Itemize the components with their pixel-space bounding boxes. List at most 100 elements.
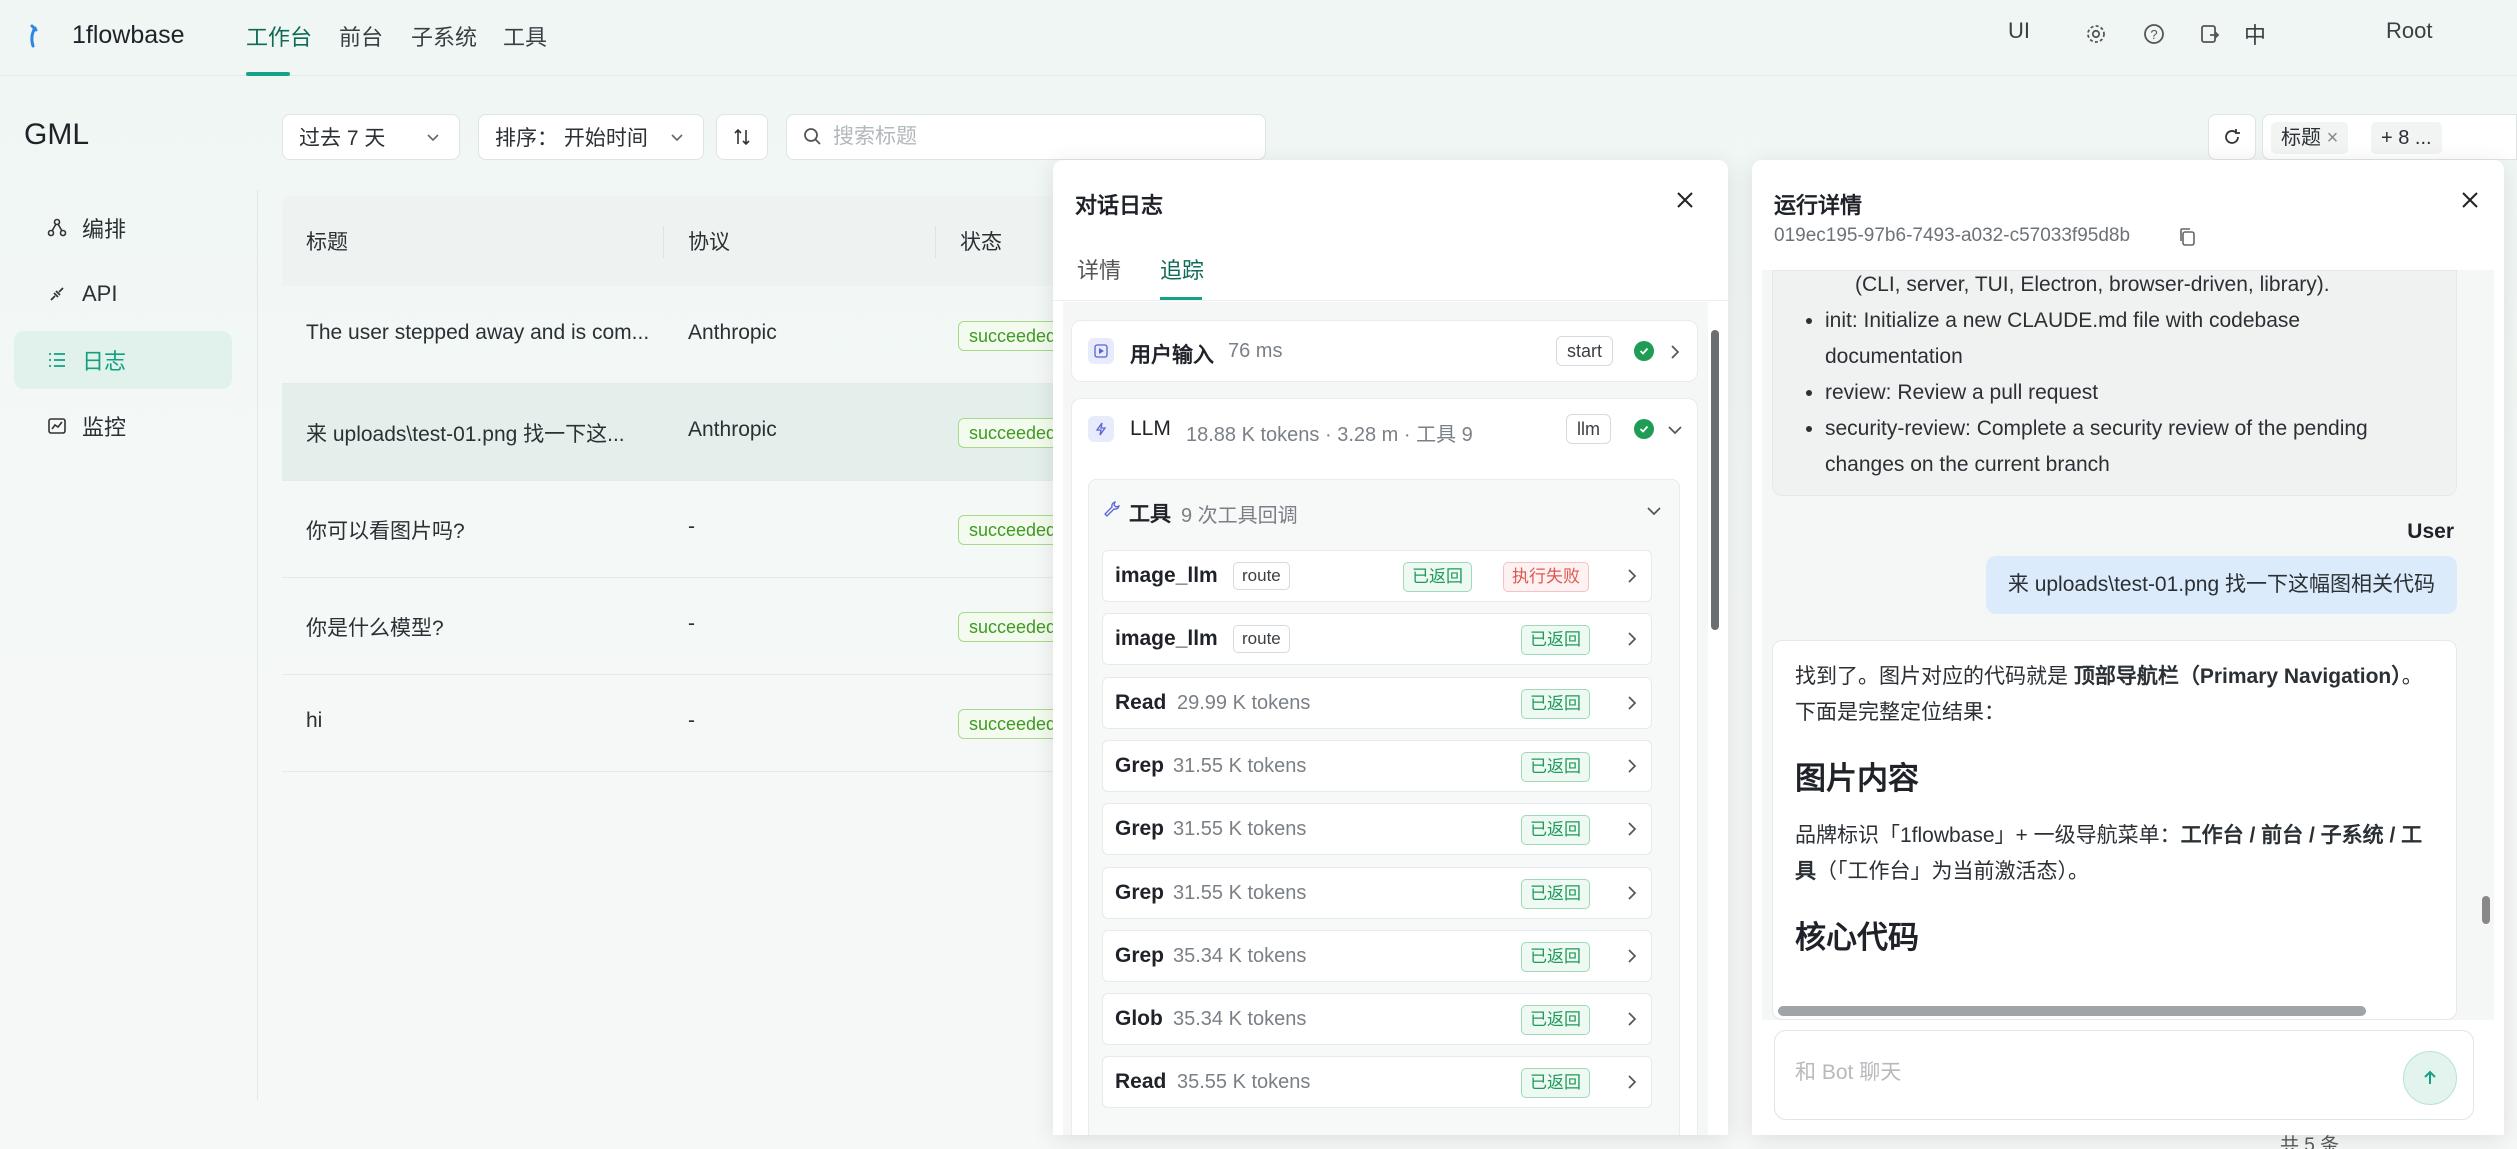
chat-input[interactable] — [1795, 1061, 2355, 1085]
bold-text: 顶部导航栏（Primary Navigation） — [2073, 665, 2402, 688]
scrollbar[interactable] — [2482, 896, 2490, 924]
tool-call-row[interactable]: Read 29.99 K tokens 已返回 — [1102, 676, 1652, 729]
tab-trace[interactable]: 追踪 — [1160, 253, 1204, 285]
panel-title: 对话日志 — [1075, 193, 1164, 218]
sidebar-item-logs[interactable]: 日志 — [14, 331, 232, 389]
chevron-right-icon[interactable] — [1623, 1010, 1641, 1028]
chip-label: 标题 — [2281, 127, 2321, 149]
route-tag: route — [1233, 562, 1290, 590]
tool-calls-group: 工具 9 次工具回调 image_llm route 已返回 执行失败 image_ll… — [1088, 479, 1680, 1135]
tool-tokens: 29.99 K tokens — [1177, 691, 1311, 714]
svg-text:?: ? — [2150, 27, 2157, 42]
tool-call-row[interactable]: Grep 31.55 K tokens 已返回 — [1102, 866, 1652, 919]
tab-details[interactable]: 详情 — [1077, 253, 1121, 285]
table-row[interactable]: 来 uploads\test-01.png 找一下这... Anthropic … — [282, 384, 1072, 481]
search-input[interactable] — [833, 125, 1233, 149]
table-row[interactable]: hi - succeeded — [282, 675, 1072, 772]
sort-select[interactable]: 排序： 开始时间 — [478, 114, 704, 160]
route-tag: route — [1233, 625, 1290, 654]
tool-call-row[interactable]: image_llm route 已返回 — [1102, 613, 1652, 666]
chevron-down-icon[interactable] — [1645, 502, 1663, 520]
lightning-icon — [1088, 416, 1114, 442]
column-header-status[interactable]: 状态 — [960, 226, 1002, 256]
sidebar-item-monitor[interactable]: 监控 — [14, 397, 232, 455]
horizontal-scrollbar[interactable] — [1778, 1006, 2366, 1016]
send-button[interactable] — [2403, 1051, 2457, 1105]
brand-name: 1flowbase — [72, 21, 185, 49]
step-type-tag: llm — [1566, 414, 1611, 444]
nav-tools[interactable]: 工具 — [503, 20, 547, 52]
trace-step-llm[interactable]: LLM 18.88 K tokens · 3.28 m · 工具 9 llm 工… — [1071, 398, 1698, 1135]
tool-call-row[interactable]: Read 35.55 K tokens 已返回 — [1102, 1056, 1652, 1109]
sidebar-item-orchestration[interactable]: 编排 — [14, 199, 232, 257]
row-title: The user stepped away and is com... — [306, 321, 650, 344]
table-row[interactable]: The user stepped away and is com... Anth… — [282, 287, 1072, 384]
chevron-right-icon[interactable] — [1623, 757, 1641, 775]
scrollbar[interactable] — [1711, 330, 1719, 630]
filter-chip-title[interactable]: 标题 × — [2271, 122, 2349, 154]
returned-badge: 已返回 — [1521, 625, 1590, 656]
chat-input-box[interactable] — [1774, 1030, 2474, 1120]
list-lead: (CLI, server, TUI, Electron, browser-dri… — [1855, 273, 2330, 296]
success-icon — [1634, 341, 1654, 361]
run-details-panel: 运行详情 019ec195-97b6-7493-a032-c57033f95d8… — [1752, 160, 2504, 1135]
text-span: 找到了。图片对应的代码就是 — [1795, 665, 2074, 688]
chevron-down-icon[interactable] — [1666, 421, 1684, 439]
text-span: （「工作台」为当前激活态）。 — [1816, 860, 2089, 883]
nav-subsystem[interactable]: 子系统 — [411, 20, 477, 52]
search-box[interactable] — [786, 114, 1266, 160]
monitor-icon — [48, 418, 66, 434]
sidebar-item-label: 编排 — [82, 217, 127, 242]
sidebar-divider — [257, 190, 258, 1100]
column-divider — [935, 226, 936, 258]
chevron-right-icon[interactable] — [1623, 567, 1641, 585]
trace-step-user-input[interactable]: 用户输入 76 ms start — [1071, 320, 1698, 382]
copy-icon[interactable] — [2177, 226, 2197, 248]
tool-call-row[interactable]: image_llm route 已返回 执行失败 — [1102, 550, 1652, 602]
search-icon — [804, 128, 821, 145]
tool-tokens: 31.55 K tokens — [1173, 881, 1307, 904]
sort-order-button[interactable] — [716, 114, 768, 160]
row-title: 你是什么模型? — [306, 617, 444, 640]
language-toggle[interactable]: 中 — [2244, 18, 2266, 50]
nav-frontend[interactable]: 前台 — [339, 20, 383, 52]
chevron-right-icon[interactable] — [1623, 947, 1641, 965]
tool-call-row[interactable]: Glob 35.34 K tokens 已返回 — [1102, 993, 1652, 1046]
table-row[interactable]: 你可以看图片吗? - succeeded — [282, 481, 1072, 578]
time-range-select[interactable]: 过去 7 天 — [282, 114, 460, 160]
arrow-up-icon — [2424, 1070, 2436, 1084]
export-icon[interactable] — [2198, 22, 2222, 46]
tool-call-row[interactable]: Grep 35.34 K tokens 已返回 — [1102, 929, 1652, 982]
nav-workbench[interactable]: 工作台 — [246, 20, 312, 52]
close-icon[interactable] — [1673, 188, 1697, 212]
chevron-right-icon[interactable] — [1623, 630, 1641, 648]
column-header-title[interactable]: 标题 — [306, 226, 348, 256]
refresh-button[interactable] — [2208, 114, 2256, 160]
section-heading: 图片内容 — [1795, 761, 1919, 796]
column-header-protocol[interactable]: 协议 — [688, 226, 730, 256]
wrench-icon — [1104, 501, 1120, 517]
ui-toggle[interactable]: UI — [2008, 18, 2030, 44]
list-item: review: Review a pull request — [1825, 375, 2425, 411]
tool-call-row[interactable]: Grep 31.55 K tokens 已返回 — [1102, 803, 1652, 856]
status-badge: succeeded — [958, 321, 1068, 351]
close-icon[interactable] — [2458, 188, 2482, 212]
column-filter-select[interactable]: 标题 × + 8 ... — [2262, 114, 2517, 160]
chevron-right-icon[interactable] — [1623, 694, 1641, 712]
table-header: 标题 协议 状态 — [282, 196, 1072, 286]
settings-icon[interactable] — [2084, 22, 2108, 46]
filter-chip-more[interactable]: + 8 ... — [2371, 122, 2442, 154]
returned-badge: 已返回 — [1521, 878, 1590, 909]
chevron-right-icon[interactable] — [1623, 884, 1641, 902]
help-icon[interactable]: ? — [2142, 22, 2166, 46]
trace-list: 用户输入 76 ms start LLM 18.88 K tokens · 3.… — [1063, 302, 1708, 1135]
chevron-right-icon[interactable] — [1666, 343, 1684, 361]
tool-call-row[interactable]: Grep 31.55 K tokens 已返回 — [1102, 739, 1652, 792]
tool-name: image_llm — [1115, 564, 1218, 587]
chevron-right-icon[interactable] — [1623, 820, 1641, 838]
sidebar-item-api[interactable]: API — [14, 265, 232, 323]
chevron-right-icon[interactable] — [1623, 1073, 1641, 1091]
user-menu[interactable]: Root — [2386, 18, 2432, 44]
close-icon[interactable]: × — [2327, 127, 2339, 149]
table-row[interactable]: 你是什么模型? - succeeded — [282, 578, 1072, 675]
